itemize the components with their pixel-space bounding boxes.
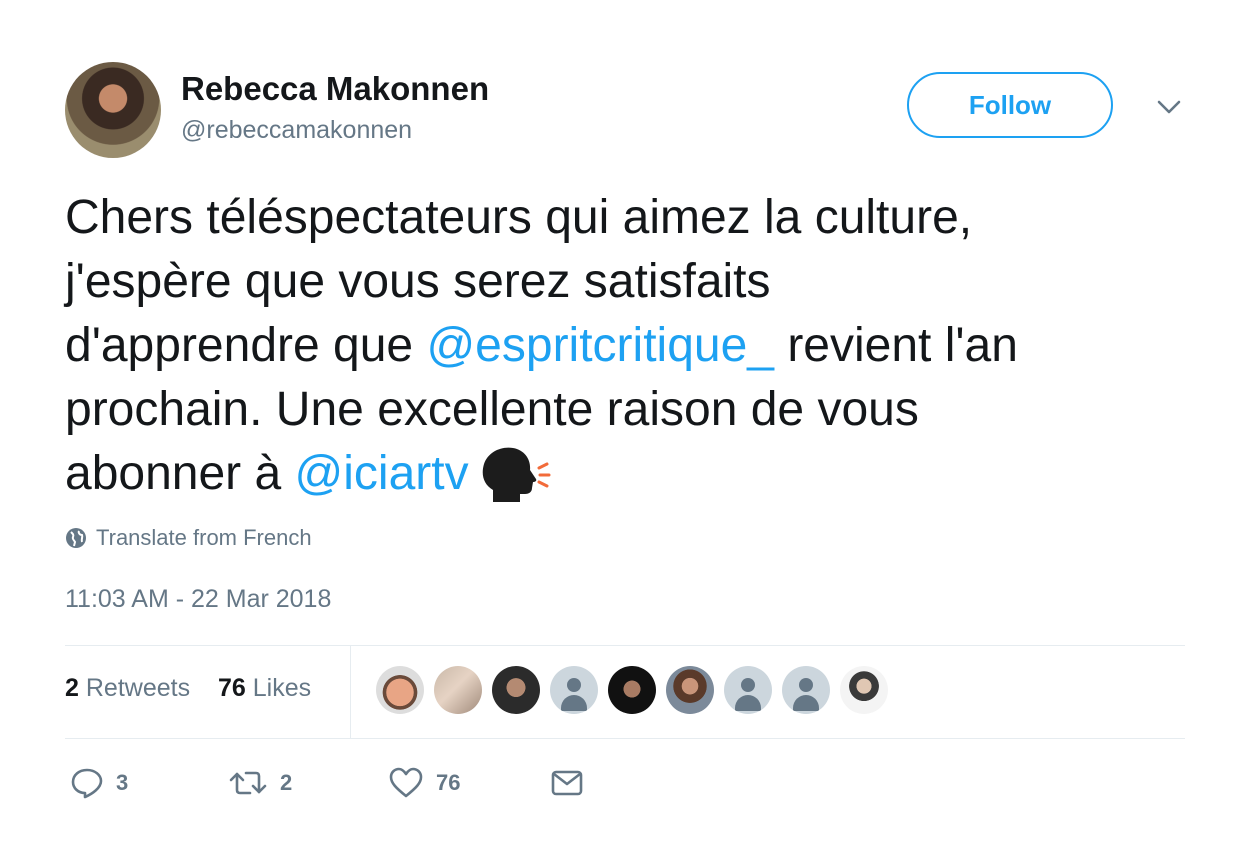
- liker-avatar[interactable]: [666, 666, 714, 714]
- chevron-down-icon[interactable]: [1156, 94, 1182, 120]
- divider: [65, 738, 1185, 739]
- retweets-stat-label: Retweets: [85, 674, 191, 702]
- liker-avatar[interactable]: [492, 666, 540, 714]
- tweet-line: abonner à @iciartv: [65, 442, 1205, 508]
- envelope-icon: [551, 770, 583, 796]
- tweet-text-segment: abonner à: [65, 447, 295, 500]
- speaking-head-emoji-icon: [475, 444, 551, 508]
- mention-link-iciartv[interactable]: @iciartv: [295, 447, 469, 500]
- retweets-stat-count: 2: [65, 674, 79, 702]
- likes-stat-label: Likes: [252, 674, 312, 702]
- tweet-stats: 2 Retweets 76 Likes: [65, 674, 311, 703]
- like-action[interactable]: 76: [388, 766, 460, 800]
- liker-avatar[interactable]: [840, 666, 888, 714]
- author-name[interactable]: Rebecca Makonnen: [181, 70, 489, 108]
- tweet-timestamp[interactable]: 11:03 AM - 22 Mar 2018: [65, 585, 331, 614]
- tweet-text-segment: revient l'an: [773, 319, 1018, 372]
- tweet-text-segment: d'apprendre que: [65, 319, 427, 372]
- like-count: 76: [436, 770, 461, 795]
- mention-link-espritcritique[interactable]: @espritcritique_: [426, 319, 774, 372]
- translate-label: Translate from French: [96, 525, 312, 550]
- follow-button[interactable]: Follow: [907, 72, 1113, 138]
- retweet-icon: [229, 771, 267, 795]
- liked-by-avatars: [376, 666, 898, 714]
- reply-icon: [71, 768, 103, 799]
- tweet-line: Chers téléspectateurs qui aimez la cultu…: [65, 191, 973, 244]
- liker-avatar-default[interactable]: [782, 666, 830, 714]
- tweet-line: prochain. Une excellente raison de vous: [65, 383, 919, 436]
- tweet-line: d'apprendre que @espritcritique_ revient…: [65, 314, 1205, 378]
- liker-avatar[interactable]: [376, 666, 424, 714]
- divider: [350, 646, 351, 738]
- tweet-line: j'espère que vous serez satisfaits: [65, 255, 771, 308]
- liker-avatar-default[interactable]: [724, 666, 772, 714]
- direct-message-action[interactable]: [550, 766, 584, 800]
- reply-count: 3: [116, 770, 129, 795]
- globe-icon: [66, 528, 86, 548]
- author-handle[interactable]: @rebeccamakonnen: [181, 116, 412, 145]
- retweets-stat[interactable]: 2 Retweets: [65, 674, 190, 702]
- reply-action[interactable]: 3: [70, 766, 128, 800]
- liker-avatar-default[interactable]: [550, 666, 598, 714]
- follow-button-label: Follow: [968, 89, 1052, 120]
- tweet-text: Chers téléspectateurs qui aimez la cultu…: [65, 186, 1205, 508]
- liker-avatar[interactable]: [608, 666, 656, 714]
- heart-icon: [389, 767, 423, 798]
- divider: [65, 645, 1185, 646]
- likes-stat-count: 76: [217, 674, 246, 702]
- retweet-count: 2: [280, 770, 293, 795]
- liker-avatar[interactable]: [434, 666, 482, 714]
- retweet-action[interactable]: 2: [228, 766, 292, 800]
- author-avatar[interactable]: [65, 62, 161, 158]
- translate-link[interactable]: Translate from French: [65, 524, 312, 552]
- likes-stat[interactable]: 76 Likes: [218, 674, 311, 702]
